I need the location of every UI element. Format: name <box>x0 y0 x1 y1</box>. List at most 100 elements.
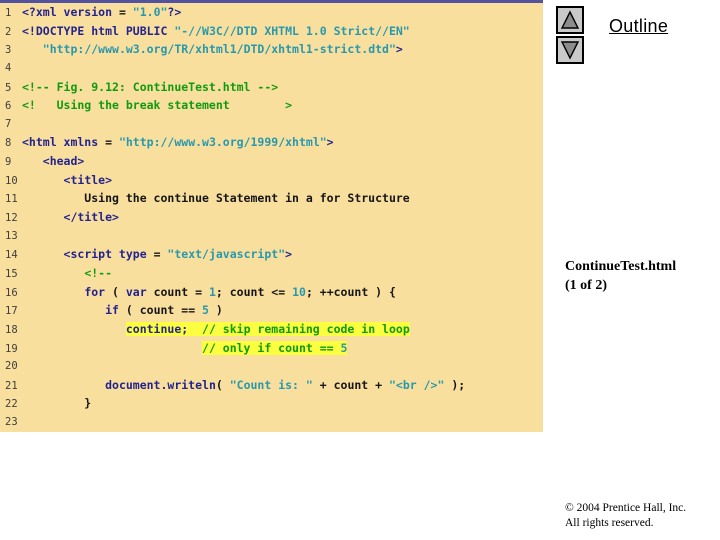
code-token: <script type <box>63 247 147 262</box>
code-token: 10 <box>292 284 306 299</box>
scroll-down-button[interactable] <box>556 36 584 64</box>
code-line: 19 // only if count == 5 <box>0 339 543 358</box>
code-token: <!-- Fig. 9.12: ContinueTest.html --> <box>22 79 279 94</box>
code-token: = <box>98 135 119 150</box>
code-token: "<br />" <box>389 377 445 392</box>
code-line: 23 <box>0 413 543 432</box>
code-text: <head> <box>22 152 85 171</box>
code-token: count = <box>146 284 209 299</box>
code-token: <!DOCTYPE html PUBLIC <box>22 23 175 38</box>
code-text: "http://www.w3.org/TR/xhtml1/DTD/xhtml1-… <box>22 40 403 59</box>
code-token: "1.0" <box>132 5 168 19</box>
code-line: 15 <!-- <box>0 264 543 283</box>
code-token: var <box>125 284 147 299</box>
scroll-up-button[interactable] <box>556 6 584 34</box>
code-line: 12 </title> <box>0 208 543 227</box>
line-number: 13 <box>5 229 18 242</box>
code-text: <?xml version = "1.0"?> <box>22 3 181 22</box>
code-text: <!DOCTYPE html PUBLIC "-//W3C//DTD XHTML… <box>22 22 410 41</box>
line-number: 9 <box>5 156 12 169</box>
code-text: <!-- <box>22 264 112 283</box>
outline-nav-buttons <box>556 6 584 66</box>
code-line: 17 if ( count == 5 ) <box>0 301 543 320</box>
line-number: 10 <box>5 174 18 187</box>
code-lines: 1 <?xml version = "1.0"?> 2 <!DOCTYPE html … <box>0 3 543 432</box>
copyright: © 2004 Prentice Hall, Inc. All rights re… <box>565 501 686 530</box>
code-token: <?xml version <box>22 5 113 19</box>
code-line: 13 <box>0 227 543 246</box>
code-token: <title> <box>63 172 113 187</box>
line-number: 5 <box>5 81 12 94</box>
code-token: "http://www.w3.org/1999/xhtml" <box>118 135 327 150</box>
code-token <box>188 321 203 336</box>
code-token: ( <box>215 377 230 392</box>
code-text: if ( count == 5 ) <box>22 301 223 320</box>
line-number: 1 <box>5 7 12 19</box>
code-line: 22 } <box>0 394 543 413</box>
code-token: <! Using the break statement > <box>22 98 293 113</box>
code-token: "Count is: " <box>229 377 313 392</box>
file-reference-name: ContinueTest.html <box>565 259 677 274</box>
code-token: </title> <box>63 210 119 225</box>
code-text: document.writeln( "Count is: " + count +… <box>22 376 465 395</box>
code-token: > <box>395 42 403 57</box>
file-reference-page: (1 of 2) <box>565 278 607 293</box>
copyright-line1: © 2004 Prentice Hall, Inc. <box>565 502 687 514</box>
code-text: <title> <box>22 171 112 190</box>
code-text: </title> <box>22 208 119 227</box>
line-number: 8 <box>5 137 12 150</box>
up-arrow-icon <box>560 10 580 29</box>
line-number: 23 <box>5 416 18 429</box>
code-text: // only if count == 5 <box>22 339 348 358</box>
code-token: = <box>146 247 168 262</box>
code-token: // skip remaining code in loop <box>202 321 410 336</box>
code-text: <!-- Fig. 9.12: ContinueTest.html --> <box>22 78 278 97</box>
code-line: 5 <!-- Fig. 9.12: ContinueTest.html --> <box>0 78 543 97</box>
file-reference: ContinueTest.html (1 of 2) <box>565 257 676 295</box>
code-token: ?> <box>167 5 182 19</box>
code-token: Using the continue Statement in a for St… <box>22 191 410 206</box>
code-token: continue; <box>125 321 189 336</box>
code-line: 9 <head> <box>0 152 543 171</box>
code-token: ; ++count ) { <box>305 284 396 299</box>
code-token: for <box>84 284 106 299</box>
line-number: 12 <box>5 212 18 225</box>
code-line: 10 <title> <box>0 171 543 190</box>
line-number: 16 <box>5 286 18 299</box>
code-token: ; count <= <box>215 284 293 299</box>
code-text: <script type = "text/javascript"> <box>22 245 293 264</box>
code-line: 21 document.writeln( "Count is: " + coun… <box>0 376 543 395</box>
code-text: } <box>22 394 91 413</box>
code-line: 20 <box>0 357 543 376</box>
code-line: 16 for ( var count = 1; count <= 10; ++c… <box>0 283 543 302</box>
code-line: 11 Using the continue Statement in a for… <box>0 189 543 208</box>
line-number: 19 <box>5 342 18 355</box>
line-number: 21 <box>5 379 18 392</box>
code-token: if <box>105 303 119 318</box>
code-line: 6 <! Using the break statement > <box>0 96 543 115</box>
code-token: 1 <box>208 284 216 299</box>
code-line: 3 "http://www.w3.org/TR/xhtml1/DTD/xhtml… <box>0 40 543 59</box>
code-token: ) <box>208 303 223 318</box>
code-token: = <box>112 5 133 19</box>
code-token: } <box>22 396 92 411</box>
code-token: > <box>326 135 334 150</box>
code-line: 8 <html xmlns = "http://www.w3.org/1999/x… <box>0 133 543 152</box>
code-token: document.writeln <box>105 377 216 392</box>
code-token: "http://www.w3.org/TR/xhtml1/DTD/xhtml1-… <box>42 42 396 57</box>
line-number: 14 <box>5 249 18 262</box>
line-number: 4 <box>5 61 12 74</box>
line-number: 7 <box>5 117 12 130</box>
code-token: ( count == <box>118 303 203 318</box>
code-line: 14 <script type = "text/javascript"> <box>0 245 543 264</box>
